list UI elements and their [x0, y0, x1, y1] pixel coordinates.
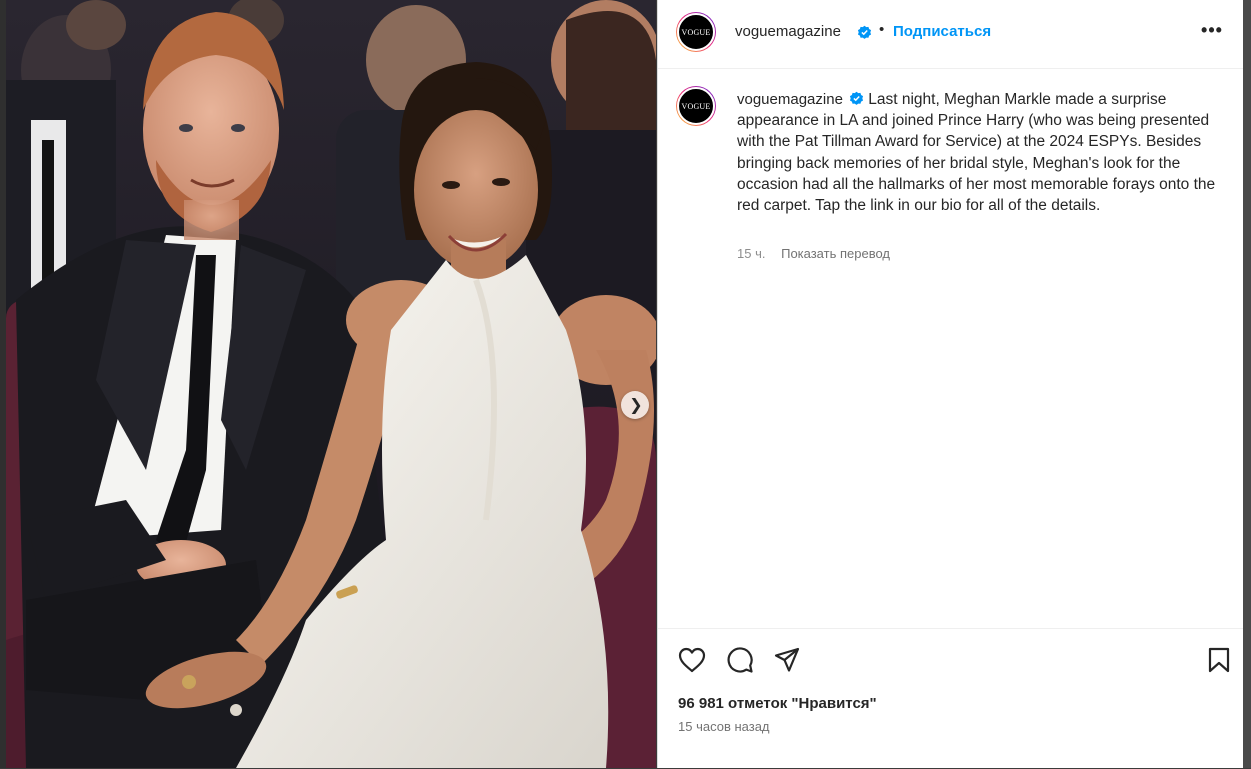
post-actions-section: 96 981 отметок "Нравится" 15 часов назад: [658, 628, 1244, 769]
avatar-logo-text: VOGUE: [681, 27, 711, 37]
post-photo[interactable]: ❯: [6, 0, 656, 768]
post-details-panel: VOGUE voguemagazine • Подписаться ••• VO…: [657, 0, 1244, 768]
photo-illustration: [6, 0, 656, 768]
author-username[interactable]: voguemagazine: [735, 23, 841, 40]
more-options-icon[interactable]: •••: [1198, 20, 1226, 44]
heart-icon[interactable]: [678, 647, 706, 673]
verified-badge-icon: [849, 91, 863, 105]
chevron-right-icon: ❯: [629, 395, 643, 414]
caption-timestamp[interactable]: 15 ч.: [737, 246, 765, 261]
caption-meta: 15 ч. Показать перевод: [737, 246, 890, 261]
post-header: VOGUE voguemagazine • Подписаться •••: [658, 0, 1244, 69]
send-icon[interactable]: [773, 646, 801, 674]
likes-count[interactable]: 96 981 отметок "Нравится": [678, 695, 877, 712]
caption-author-avatar[interactable]: VOGUE: [676, 86, 716, 126]
author-avatar[interactable]: VOGUE: [676, 12, 716, 52]
bookmark-icon[interactable]: [1207, 647, 1231, 673]
follow-button[interactable]: Подписаться: [893, 23, 991, 40]
verified-badge-icon: [857, 25, 872, 39]
comment-icon[interactable]: [726, 646, 754, 674]
avatar-logo-text: VOGUE: [681, 101, 711, 111]
post-caption: voguemagazine Last night, Meghan Markle …: [737, 89, 1217, 216]
show-translation-link[interactable]: Показать перевод: [781, 246, 890, 261]
caption-text: Last night, Meghan Markle made a surpris…: [737, 91, 1216, 215]
window-frame: [1243, 0, 1251, 768]
next-photo-button[interactable]: ❯: [621, 391, 649, 419]
caption-username[interactable]: voguemagazine: [737, 91, 843, 108]
instagram-post-window: ❯ VOGUE voguemagazine • Подписаться ••• …: [0, 0, 1251, 768]
separator-dot: •: [879, 21, 885, 38]
post-date[interactable]: 15 часов назад: [678, 719, 770, 734]
